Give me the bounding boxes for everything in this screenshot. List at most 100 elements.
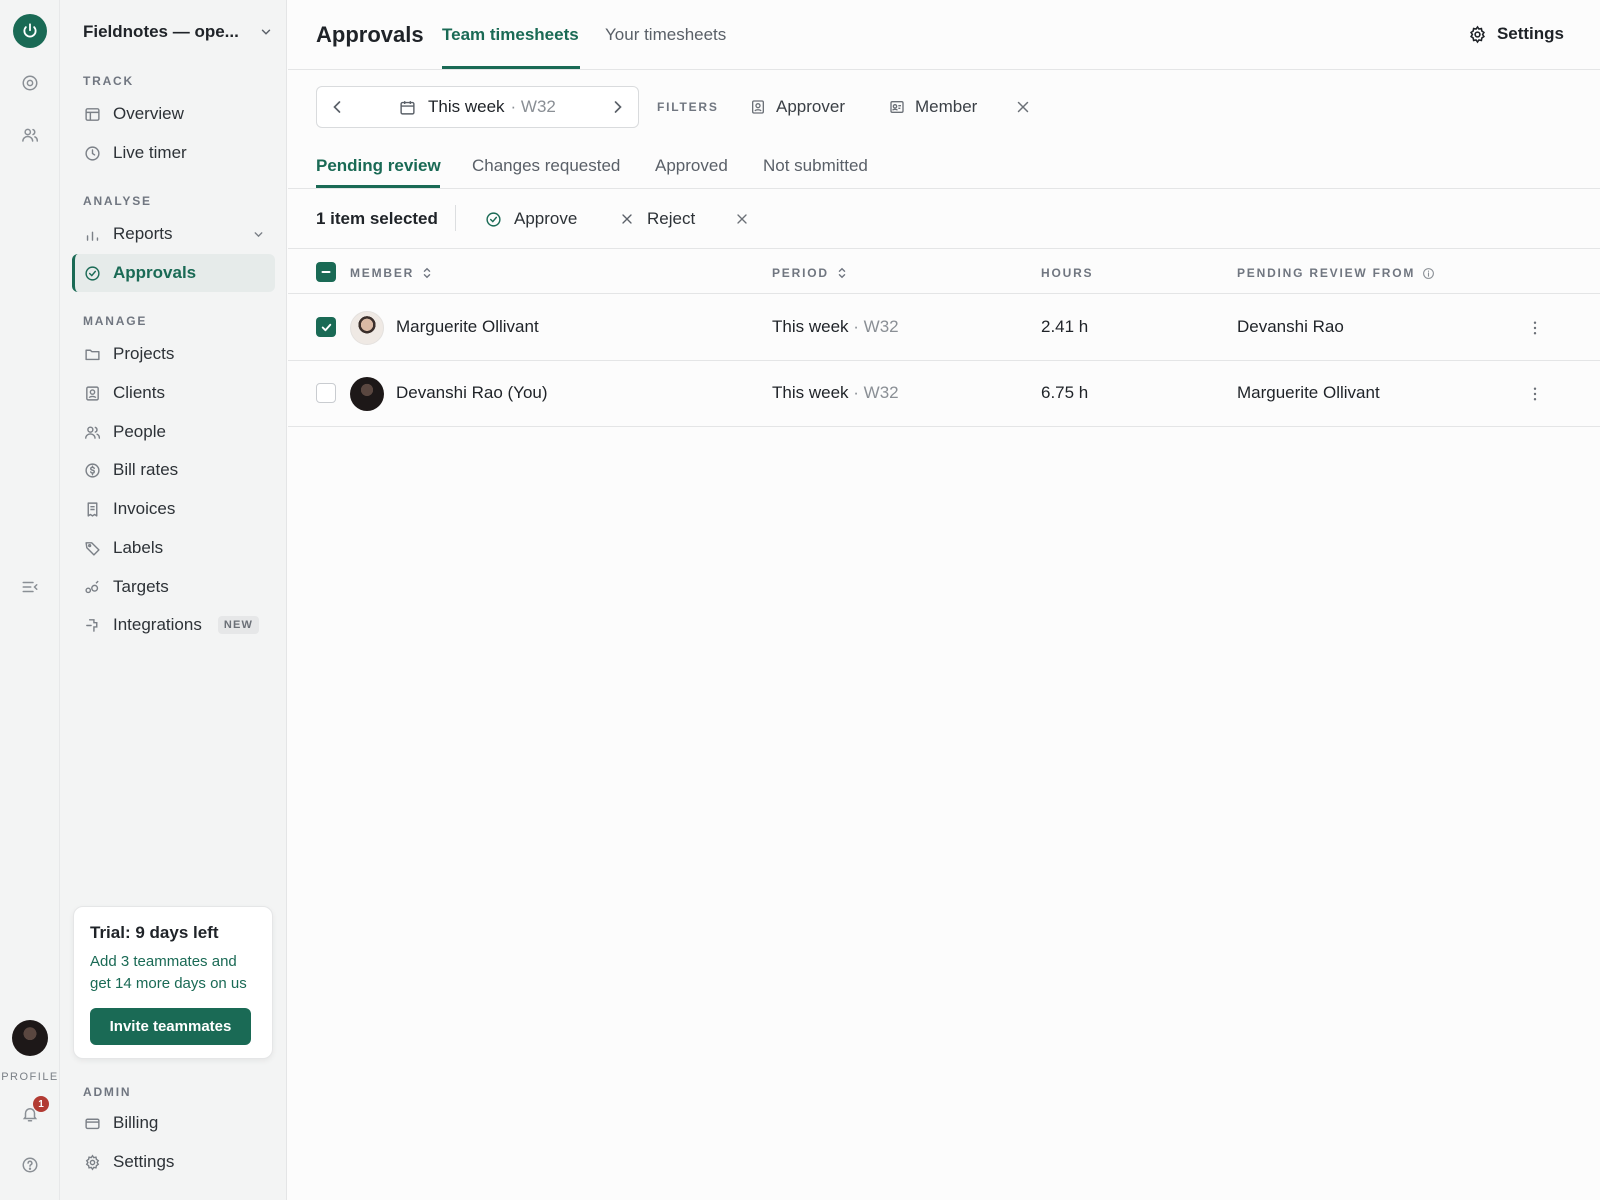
period-week: · W32 (853, 317, 899, 336)
sidebar-item-overview[interactable]: Overview (72, 95, 275, 133)
tab-pending-review[interactable]: Pending review (316, 156, 441, 176)
sidebar-item-label: Labels (113, 538, 164, 557)
sidebar-item-settings[interactable]: Settings (72, 1143, 275, 1181)
sidebar-item-projects[interactable]: Projects (72, 335, 275, 373)
app-logo-button[interactable] (0, 14, 60, 48)
workspace-name: Fieldnotes — ope... (83, 22, 239, 41)
filter-approver[interactable]: Approver (750, 97, 845, 117)
column-label: MEMBER (350, 266, 415, 280)
period-label: This week (428, 97, 505, 116)
chevron-down-icon (252, 228, 265, 241)
page-title: Approvals (316, 22, 424, 47)
chevron-down-icon (261, 29, 271, 35)
collapse-menu-icon (22, 581, 38, 593)
period-value: This week (772, 317, 849, 336)
main-content: Approvals Team timesheets Your timesheet… (288, 0, 1600, 1200)
table-row[interactable]: Marguerite Ollivant This week · W32 2.41… (288, 295, 1600, 361)
close-icon (1017, 101, 1029, 113)
target-icon (22, 75, 38, 91)
sort-icon[interactable] (837, 267, 847, 279)
tag-icon (83, 539, 101, 557)
sidebar-item-live-timer[interactable]: Live timer (72, 134, 275, 172)
sidebar-item-people[interactable]: People (72, 413, 275, 451)
table-row[interactable]: Devanshi Rao (You) This week · W32 6.75 … (288, 361, 1600, 427)
section-manage: MANAGE (83, 314, 148, 328)
clear-selection-button[interactable] (734, 211, 750, 227)
previous-period-button[interactable] (327, 97, 347, 117)
clock-icon (83, 144, 101, 162)
row-menu-button[interactable] (1526, 385, 1544, 403)
column-label: HOURS (1041, 266, 1094, 280)
track-nav-button[interactable] (0, 72, 60, 94)
period-cell: This week · W32 (772, 317, 899, 337)
chevron-right-icon (614, 101, 622, 113)
gear-icon (83, 1153, 101, 1171)
table-header: MEMBER PERIOD HOURS PENDING REVIEW FROM (288, 250, 1600, 294)
filters-label: FILTERS (657, 100, 719, 114)
sort-icon[interactable] (422, 267, 432, 279)
column-period: PERIOD (772, 266, 847, 280)
sidebar-item-label: Settings (113, 1152, 175, 1171)
row-menu-button[interactable] (1526, 319, 1544, 337)
team-nav-button[interactable] (0, 124, 60, 146)
sidebar-item-bill-rates[interactable]: Bill rates (72, 451, 275, 489)
collapse-sidebar-button[interactable] (0, 576, 60, 598)
divider (455, 205, 456, 231)
bar-chart-icon (83, 225, 101, 243)
filter-label: Approver (776, 97, 845, 116)
users-icon (83, 423, 101, 441)
sidebar-item-targets[interactable]: Targets (72, 568, 275, 606)
filter-member[interactable]: Member (889, 97, 977, 117)
workspace-switcher[interactable]: Fieldnotes — ope... (83, 20, 273, 44)
column-pending-review-from: PENDING REVIEW FROM (1237, 266, 1435, 280)
sidebar-item-label: Live timer (113, 143, 187, 162)
reject-button[interactable]: Reject (619, 209, 695, 229)
period-value: This week (772, 383, 849, 402)
section-admin: ADMIN (83, 1085, 132, 1099)
trial-card: Trial: 9 days left Add 3 teammates and g… (73, 906, 273, 1059)
next-period-button[interactable] (608, 97, 628, 117)
tab-changes-requested[interactable]: Changes requested (472, 156, 620, 176)
approve-button[interactable]: Approve (485, 209, 577, 229)
sidebar-item-labels[interactable]: Labels (72, 529, 275, 567)
info-icon[interactable] (1422, 267, 1435, 280)
tab-not-submitted[interactable]: Not submitted (763, 156, 868, 176)
column-label: PENDING REVIEW FROM (1237, 266, 1416, 280)
sidebar-item-integrations[interactable]: Integrations NEW (72, 606, 275, 644)
tab-approved[interactable]: Approved (655, 156, 728, 176)
trial-title: Trial: 9 days left (90, 923, 219, 942)
period-selector: This week · W32 (316, 86, 639, 128)
new-badge: NEW (217, 616, 260, 634)
sidebar-item-label: Targets (113, 577, 169, 596)
help-button[interactable] (0, 1154, 60, 1176)
select-all-checkbox[interactable] (316, 262, 336, 282)
sidebar-item-approvals[interactable]: Approvals (72, 254, 275, 292)
more-vertical-icon (1533, 321, 1537, 335)
sidebar-item-label: Projects (113, 344, 175, 363)
credit-card-icon (83, 1114, 101, 1132)
clear-filters-button[interactable] (1014, 98, 1032, 116)
sidebar-item-billing[interactable]: Billing (72, 1104, 275, 1142)
puzzle-icon (83, 616, 101, 634)
more-vertical-icon (1533, 387, 1537, 401)
settings-button[interactable]: Settings (1468, 24, 1564, 44)
close-icon (619, 211, 635, 227)
tab-your-timesheets[interactable]: Your timesheets (605, 25, 726, 45)
selection-count: 1 item selected (316, 209, 438, 228)
tab-team-timesheets[interactable]: Team timesheets (442, 25, 579, 45)
member-name: Devanshi Rao (You) (396, 383, 548, 402)
approve-label: Approve (514, 209, 578, 228)
profile-avatar[interactable] (0, 1020, 60, 1056)
users-icon (22, 128, 39, 142)
notifications-button[interactable] (0, 1102, 60, 1126)
period-picker[interactable]: This week · W32 (399, 97, 556, 117)
sidebar-item-reports[interactable]: Reports (72, 215, 275, 253)
sidebar-item-invoices[interactable]: Invoices (72, 490, 275, 528)
row-checkbox[interactable] (316, 383, 336, 403)
filter-label: Member (915, 97, 978, 116)
row-checkbox[interactable] (316, 317, 336, 337)
contact-card-icon (83, 384, 101, 402)
invite-teammates-button[interactable]: Invite teammates (90, 1008, 251, 1045)
reject-label: Reject (647, 209, 696, 228)
sidebar-item-clients[interactable]: Clients (72, 374, 275, 412)
